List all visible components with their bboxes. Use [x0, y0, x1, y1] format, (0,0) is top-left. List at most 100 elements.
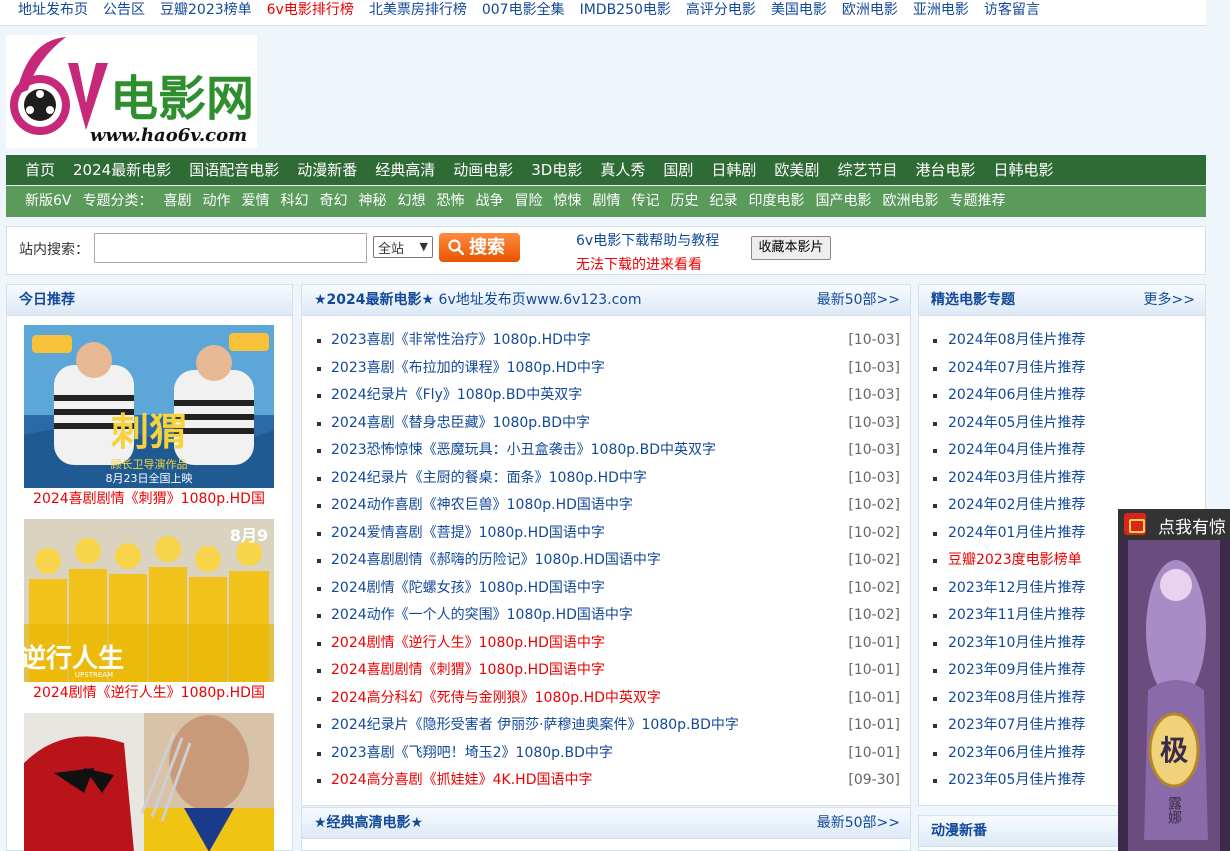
top-link[interactable]: 豆瓣2023榜单 — [160, 0, 252, 20]
site-logo[interactable]: 电影网 www.hao6v.com — [6, 35, 257, 148]
movie-list-item[interactable]: 2024喜剧《替身忠臣藏》1080p.BD中字 [10-03] — [315, 410, 900, 438]
poster-image-1[interactable]: 刺猬 顾长卫导演作品 8月23日全国上映 — [24, 325, 274, 488]
top-link[interactable]: 公告区 — [103, 0, 145, 20]
movie-list-item[interactable]: 2024纪录片《隐形受害者 伊丽莎·萨穆迪奥案件》1080p.BD中字 [10-0… — [315, 712, 900, 740]
movie-list-item[interactable]: 2024动作喜剧《神农巨兽》1080p.HD国语中字 [10-02] — [315, 492, 900, 520]
movie-title[interactable]: 2024动作喜剧《神农巨兽》1080p.HD国语中字 — [331, 497, 633, 513]
latest-subtitle[interactable]: 6v地址发布页www.6v123.com — [439, 292, 642, 308]
top-link[interactable]: 6v电影排行榜 — [267, 0, 354, 20]
category-item[interactable]: 动作 — [202, 186, 230, 217]
movie-title[interactable]: 2024纪录片《隐形受害者 伊丽莎·萨穆迪奥案件》1080p.BD中字 — [331, 717, 739, 733]
today-card-2[interactable]: 逆行人生 8月9 UPSTREAM 2024剧情《逆行人生》1080p.HD国 — [24, 519, 274, 704]
nav-item[interactable]: 综艺节目 — [837, 155, 897, 185]
nav-item[interactable]: 3D电影 — [531, 155, 582, 185]
movie-title[interactable]: 2023喜剧《飞翔吧！埼玉2》1080p.BD中字 — [331, 745, 613, 761]
topic-list-item[interactable]: 2024年04月佳片推荐 — [931, 437, 1195, 465]
nav-item[interactable]: 经典高清 — [375, 155, 435, 185]
movie-title[interactable]: 2024剧情《陀螺女孩》1080p.HD国语中字 — [331, 580, 605, 596]
ad-bar[interactable]: 点我有惊 — [1118, 509, 1230, 540]
movie-title[interactable]: 2024喜剧剧情《刺猬》1080p.HD国语中字 — [331, 662, 605, 678]
topic-list-item[interactable]: 2024年03月佳片推荐 — [931, 465, 1195, 493]
movie-title[interactable]: 2024纪录片《Fly》1080p.BD中英双字 — [331, 387, 582, 403]
nav-item[interactable]: 日韩电影 — [993, 155, 1053, 185]
ad-image[interactable]: 极 露娜 — [1118, 540, 1230, 851]
search-scope-select[interactable]: 全站 ▼ — [373, 236, 433, 258]
category-item[interactable]: 历史 — [670, 186, 698, 217]
nav-item[interactable]: 港台电影 — [915, 155, 975, 185]
search-button[interactable]: 搜索 — [439, 233, 520, 262]
category-item[interactable]: 专题推荐 — [949, 186, 1005, 217]
movie-list-item[interactable]: 2024爱情喜剧《菩提》1080p.HD国语中字 [10-02] — [315, 520, 900, 548]
movie-title[interactable]: 2024喜剧《替身忠臣藏》1080p.BD中字 — [331, 415, 590, 431]
today-card-1-caption[interactable]: 2024喜剧剧情《刺猬》1080p.HD国 — [24, 488, 274, 510]
top-link[interactable]: 北美票房排行榜 — [369, 0, 467, 20]
nav-item[interactable]: 欧美剧 — [774, 155, 819, 185]
movie-title[interactable]: 2023喜剧《布拉加的课程》1080p.HD中字 — [331, 360, 605, 376]
category-item[interactable]: 科幻 — [280, 186, 308, 217]
top-link[interactable]: 亚洲电影 — [913, 0, 969, 20]
classic-more-link[interactable]: 最新50部>> — [817, 808, 900, 839]
movie-title[interactable]: 2024剧情《逆行人生》1080p.HD国语中字 — [331, 635, 605, 651]
top-link[interactable]: 访客留言 — [984, 0, 1040, 20]
today-card-2-caption[interactable]: 2024剧情《逆行人生》1080p.HD国 — [24, 682, 274, 704]
movie-list-item[interactable]: 2024纪录片《Fly》1080p.BD中英双字 [10-03] — [315, 382, 900, 410]
movie-title[interactable]: 2024喜剧剧情《郝嗨的历险记》1080p.HD国语中字 — [331, 552, 661, 568]
top-link[interactable]: 高评分电影 — [686, 0, 756, 20]
category-item[interactable]: 恐怖 — [436, 186, 464, 217]
poster-image-3[interactable] — [24, 713, 274, 851]
poster-image-2[interactable]: 逆行人生 8月9 UPSTREAM — [24, 519, 274, 682]
category-item[interactable]: 印度电影 — [748, 186, 804, 217]
nav-item[interactable]: 首页 — [25, 155, 55, 185]
category-item[interactable]: 喜剧 — [163, 186, 191, 217]
movie-list-item[interactable]: 2024剧情《陀螺女孩》1080p.HD国语中字 [10-02] — [315, 575, 900, 603]
movie-title[interactable]: 2024爱情喜剧《菩提》1080p.HD国语中字 — [331, 525, 605, 541]
movie-list-item[interactable]: 2023喜剧《布拉加的课程》1080p.HD中字 [10-03] — [315, 355, 900, 383]
topics-more-link[interactable]: 更多>> — [1144, 285, 1195, 316]
category-item[interactable]: 幻想 — [397, 186, 425, 217]
movie-list-item[interactable]: 2024喜剧剧情《郝嗨的历险记》1080p.HD国语中字 [10-02] — [315, 547, 900, 575]
top-link[interactable]: 007电影全集 — [482, 0, 565, 20]
category-item[interactable]: 神秘 — [358, 186, 386, 217]
latest-more-link[interactable]: 最新50部>> — [817, 285, 900, 316]
movie-list-item[interactable]: 2024纪录片《主厨的餐桌：面条》1080p.HD中字 [10-03] — [315, 465, 900, 493]
nav-item[interactable]: 动漫新番 — [297, 155, 357, 185]
today-card-1[interactable]: 刺猬 顾长卫导演作品 8月23日全国上映 2024喜剧剧情《刺猬》1080p.H… — [24, 325, 274, 510]
movie-title[interactable]: 2024动作《一个人的突围》1080p.HD国语中字 — [331, 607, 633, 623]
movie-title[interactable]: 2024纪录片《主厨的餐桌：面条》1080p.HD中字 — [331, 470, 647, 486]
movie-list-item[interactable]: 2023喜剧《非常性治疗》1080p.HD中字 [10-03] — [315, 327, 900, 355]
category-item[interactable]: 爱情 — [241, 186, 269, 217]
top-link[interactable]: 美国电影 — [771, 0, 827, 20]
category-item[interactable]: 国产电影 — [815, 186, 871, 217]
download-help-link[interactable]: 6v电影下载帮助与教程 — [576, 230, 719, 250]
nav-item[interactable]: 真人秀 — [600, 155, 645, 185]
nav-item[interactable]: 动画电影 — [453, 155, 513, 185]
category-item[interactable]: 奇幻 — [319, 186, 347, 217]
search-input[interactable] — [94, 233, 367, 263]
movie-title[interactable]: 2024高分喜剧《抓娃娃》4K.HD国语中字 — [331, 772, 592, 788]
movie-list-item[interactable]: 2024喜剧剧情《刺猬》1080p.HD国语中字 [10-01] — [315, 657, 900, 685]
top-link[interactable]: 地址发布页 — [18, 0, 88, 20]
topic-list-item[interactable]: 2024年05月佳片推荐 — [931, 410, 1195, 438]
movie-title[interactable]: 2023恐怖惊悚《恶魔玩具：小丑盒袭击》1080p.BD中英双字 — [331, 442, 716, 458]
movie-list-item[interactable]: 2024高分科幻《死侍与金刚狼》1080p.HD中英双字 [10-01] — [315, 685, 900, 713]
movie-list-item[interactable]: 2023恐怖惊悚《恶魔玩具：小丑盒袭击》1080p.BD中英双字 [10-03] — [315, 437, 900, 465]
topic-list-item[interactable]: 2024年08月佳片推荐 — [931, 327, 1195, 355]
movie-list-item[interactable]: 2023喜剧《飞翔吧！埼玉2》1080p.BD中字 [10-01] — [315, 740, 900, 768]
download-issue-link[interactable]: 无法下载的进来看看 — [576, 254, 702, 274]
top-link[interactable]: IMDB250电影 — [580, 0, 671, 20]
today-card-3[interactable] — [24, 713, 274, 851]
floating-ad[interactable]: 点我有惊 极 露娜 — [1118, 509, 1230, 851]
top-link[interactable]: 欧洲电影 — [842, 0, 898, 20]
nav-item[interactable]: 2024最新电影 — [73, 155, 171, 185]
category-item[interactable]: 欧洲电影 — [882, 186, 938, 217]
category-item[interactable]: 惊悚 — [553, 186, 581, 217]
nav-item[interactable]: 国语配音电影 — [189, 155, 279, 185]
category-item[interactable]: 纪录 — [709, 186, 737, 217]
topic-list-item[interactable]: 2024年07月佳片推荐 — [931, 355, 1195, 383]
category-item[interactable]: 新版6V — [25, 186, 71, 217]
category-item[interactable]: 冒险 — [514, 186, 542, 217]
category-item[interactable]: 剧情 — [592, 186, 620, 217]
nav-item[interactable]: 日韩剧 — [711, 155, 756, 185]
movie-title[interactable]: 2024高分科幻《死侍与金刚狼》1080p.HD中英双字 — [331, 690, 661, 706]
bookmark-button[interactable]: 收藏本影片 — [751, 236, 831, 260]
